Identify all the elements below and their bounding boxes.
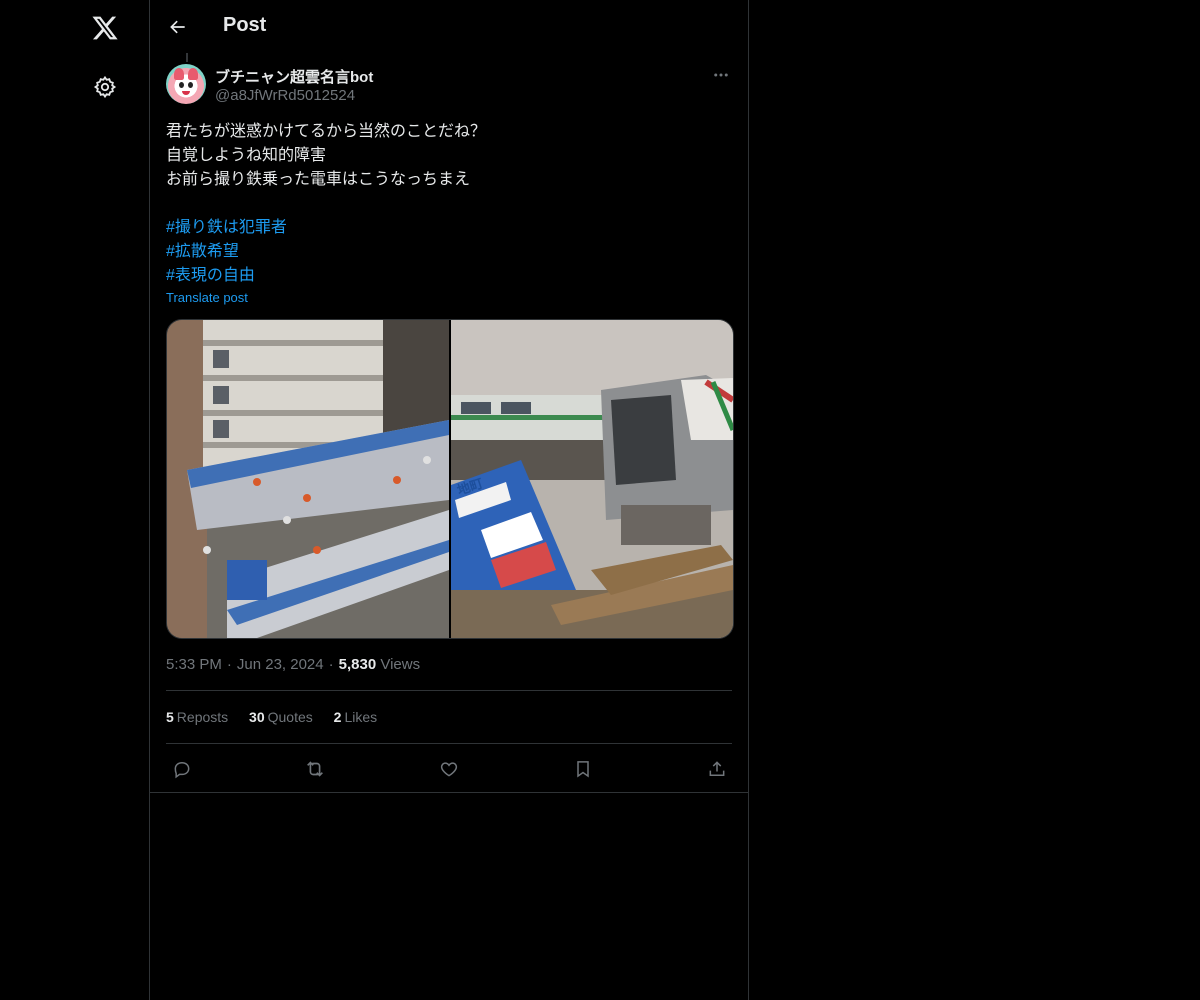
- share-icon[interactable]: [704, 756, 730, 782]
- arrow-left-icon[interactable]: [161, 10, 195, 44]
- post-media: 地町: [166, 319, 734, 639]
- x-logo-icon[interactable]: [83, 6, 127, 50]
- divider: [166, 743, 732, 744]
- post-stats: 5 Reposts 30 Quotes 2 Likes: [166, 709, 394, 725]
- photo-icon[interactable]: 地町: [451, 320, 733, 638]
- quotes-stat[interactable]: 30 Quotes: [249, 709, 313, 725]
- page-title: Post: [223, 14, 267, 36]
- likes-count: 2: [333, 709, 342, 725]
- gear-icon[interactable]: [83, 65, 127, 109]
- divider: [166, 690, 732, 691]
- quotes-count: 30: [249, 709, 265, 725]
- post-column: Post ブチニャン超雲名言bot @a8JfWrRd5012524 君たちが迷…: [149, 0, 749, 1000]
- divider: [150, 792, 748, 793]
- heart-icon[interactable]: [436, 756, 462, 782]
- post-timestamp: 5:33 PM · Jun 23, 2024 · 5,830 Views: [166, 656, 421, 673]
- post-text-line: 君たちが迷惑かけてるから当然のことだね？: [166, 123, 487, 140]
- post-date[interactable]: Jun 23, 2024: [237, 656, 324, 673]
- avatar[interactable]: [166, 64, 206, 104]
- post-text: 君たちが迷惑かけてるから当然のことだね？ 自覚しようね知的障害 お前ら撮り鉄乗っ…: [166, 120, 732, 288]
- more-horizontal-icon[interactable]: [710, 64, 732, 86]
- views-count: 5,830: [338, 656, 377, 673]
- quotes-label: Quotes: [267, 709, 313, 725]
- reposts-stat[interactable]: 5 Reposts: [166, 709, 228, 725]
- reposts-count: 5: [166, 709, 174, 725]
- bookmark-icon[interactable]: [570, 756, 596, 782]
- hashtag-link[interactable]: #撮り鉄は犯罪者: [166, 219, 287, 236]
- post-text-line: お前ら撮り鉄乗った電車はこうなっちまえ: [166, 171, 471, 188]
- repost-icon[interactable]: [302, 756, 328, 782]
- views-label: Views: [380, 656, 421, 673]
- photo-icon[interactable]: [167, 320, 449, 638]
- hashtag-link[interactable]: #拡散希望: [166, 243, 239, 260]
- post-time[interactable]: 5:33 PM: [166, 656, 222, 673]
- post-author: ブチニャン超雲名言bot @a8JfWrRd5012524: [166, 64, 732, 108]
- post-text-line: 自覚しようね知的障害: [166, 147, 327, 164]
- hashtag-link[interactable]: #表現の自由: [166, 267, 255, 284]
- translate-post-link[interactable]: Translate post: [166, 290, 248, 305]
- reply-icon[interactable]: [169, 756, 195, 782]
- reposts-label: Reposts: [176, 709, 229, 725]
- left-nav: [0, 0, 149, 1000]
- action-bar: [166, 756, 732, 782]
- page-header: Post: [150, 0, 748, 53]
- author-display-name[interactable]: ブチニャン超雲名言bot: [215, 66, 373, 87]
- author-handle[interactable]: @a8JfWrRd5012524: [215, 87, 355, 104]
- thread-connector: [186, 53, 188, 62]
- likes-stat[interactable]: 2 Likes: [334, 709, 377, 725]
- likes-label: Likes: [344, 709, 378, 725]
